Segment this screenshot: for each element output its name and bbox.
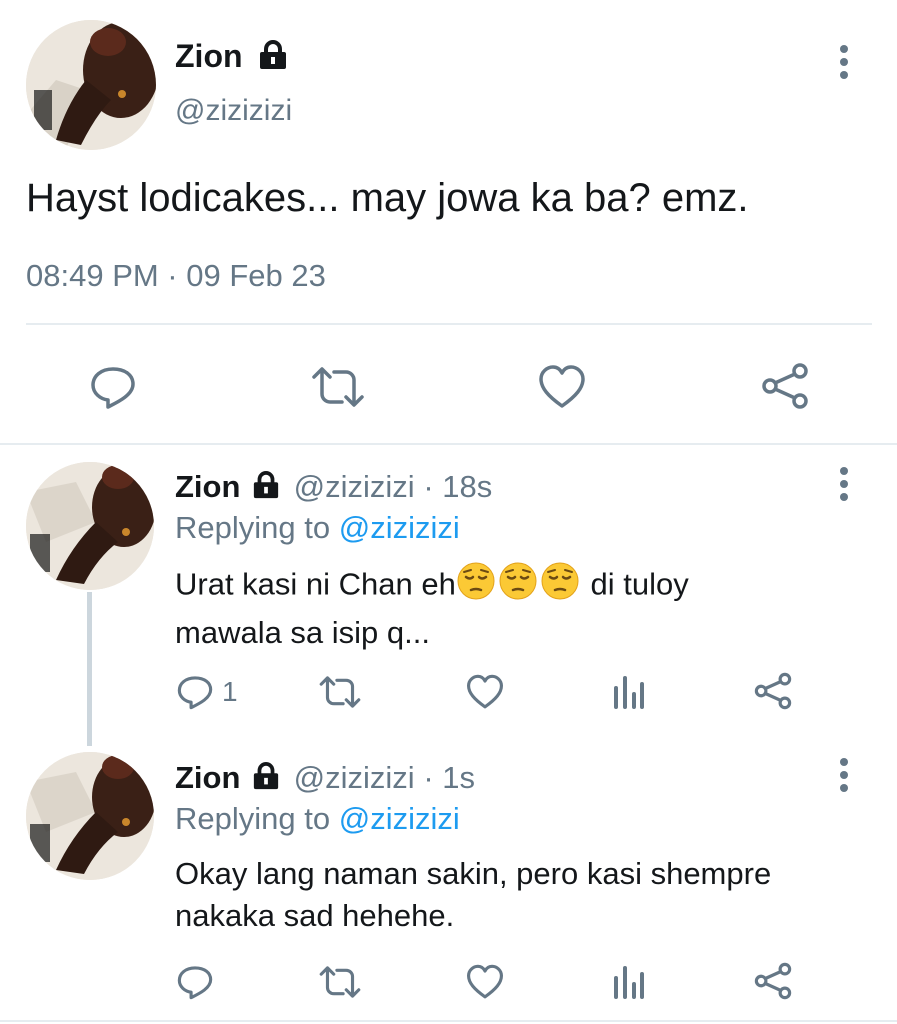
reply-text: Urat kasi ni Chan eh di tuloy mawala sa … (175, 561, 689, 654)
author-name[interactable]: Zion (175, 760, 240, 795)
analytics-icon[interactable] (612, 674, 646, 710)
like-icon[interactable] (466, 674, 504, 710)
avatar[interactable] (26, 752, 154, 880)
avatar[interactable] (26, 20, 156, 150)
reply-header: Zion @zizizizi · 18s (175, 467, 492, 509)
more-options-icon[interactable] (834, 44, 854, 80)
author-handle[interactable]: @zizizizi (294, 469, 415, 504)
reply-header: Zion @zizizizi · 1s (175, 758, 475, 800)
reply-text: Okay lang naman sakin, pero kasi shempre… (175, 856, 772, 933)
replying-to-link[interactable]: @zizizizi (339, 801, 460, 836)
author-handle[interactable]: @zizizizi (294, 760, 415, 795)
share-icon[interactable] (753, 962, 793, 1000)
reply-icon[interactable] (177, 674, 213, 710)
pensive-face-icon (540, 561, 580, 612)
more-options-icon[interactable] (834, 466, 854, 502)
divider (0, 1020, 897, 1022)
pensive-face-icon (498, 561, 538, 612)
share-icon[interactable] (760, 362, 810, 410)
lock-icon (251, 469, 281, 509)
divider (0, 443, 897, 445)
like-icon[interactable] (466, 964, 504, 1000)
lock-icon (257, 39, 289, 79)
author-name[interactable]: Zion (175, 469, 240, 504)
avatar[interactable] (26, 462, 154, 590)
reply-icon[interactable] (90, 364, 136, 410)
tweet-text: Hayst lodicakes... may jowa ka ba? emz. (26, 176, 749, 220)
share-icon[interactable] (753, 672, 793, 710)
reply-time: · 18s (423, 469, 493, 504)
divider (26, 323, 872, 325)
tweet-timestamp: 08:49 PM · 09 Feb 23 (26, 258, 326, 293)
replying-to: Replying to @zizizizi (175, 801, 460, 836)
lock-icon (251, 760, 281, 800)
retweet-icon[interactable] (318, 674, 362, 710)
reply-icon[interactable] (177, 964, 213, 1000)
author-handle[interactable]: @zizizizi (175, 92, 292, 130)
analytics-icon[interactable] (612, 964, 646, 1000)
replying-to: Replying to @zizizizi (175, 510, 460, 545)
thread-line (87, 592, 92, 746)
replying-to-link[interactable]: @zizizizi (339, 510, 460, 545)
retweet-icon[interactable] (318, 964, 362, 1000)
reply-count: 1 (222, 676, 238, 707)
retweet-icon[interactable] (310, 364, 366, 410)
pensive-face-icon (456, 561, 496, 612)
author-name[interactable]: Zion (175, 36, 289, 79)
reply-time: · 1s (423, 760, 476, 795)
more-options-icon[interactable] (834, 757, 854, 793)
like-icon[interactable] (538, 364, 586, 410)
